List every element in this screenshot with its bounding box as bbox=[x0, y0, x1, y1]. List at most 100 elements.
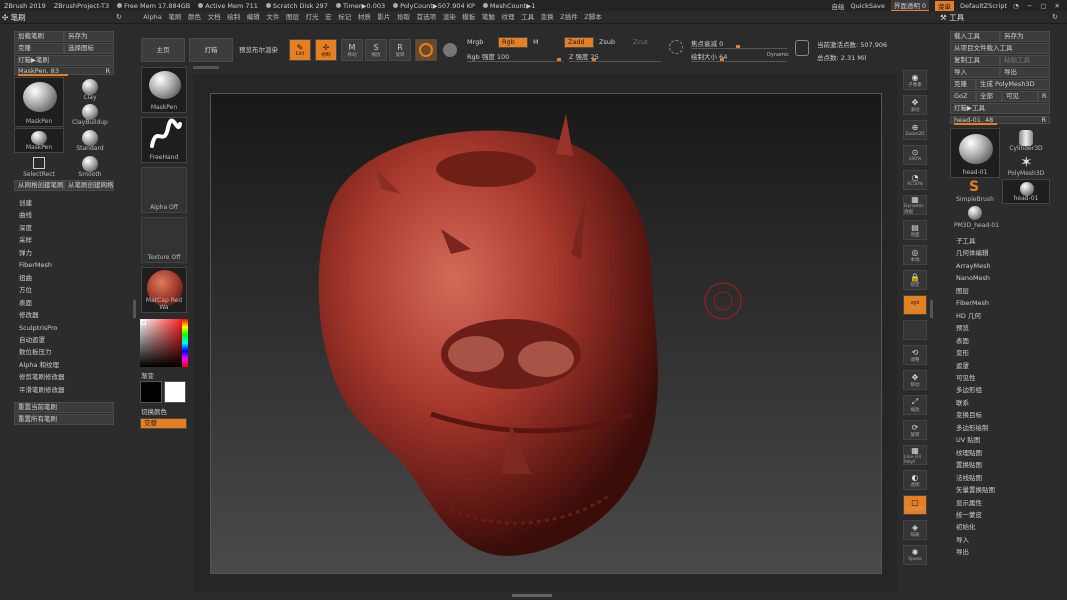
tool-submenu-item[interactable]: 导出 bbox=[956, 546, 995, 558]
make-polymesh-button[interactable]: 生成 PolyMesh3D bbox=[976, 79, 1050, 90]
paste-tool-button[interactable]: 粘贴工具 bbox=[1000, 55, 1050, 66]
menu-item[interactable]: Alpha bbox=[140, 11, 165, 24]
right-strip-button[interactable]: ◈ 隔离 bbox=[903, 520, 927, 540]
tool-submenu-item[interactable]: ArrayMesh bbox=[956, 260, 995, 272]
scale-button[interactable]: S 缩放 bbox=[365, 39, 387, 61]
right-strip-button[interactable]: ◐ 透明 bbox=[903, 470, 927, 490]
clone-brush-button[interactable]: 克隆 bbox=[14, 43, 64, 54]
lightbox-button[interactable]: 灯箱 bbox=[189, 38, 233, 62]
brush-submenu-item[interactable]: 深度 bbox=[19, 222, 65, 234]
brush-submenu-item[interactable]: FiberMesh bbox=[19, 259, 65, 271]
current-stroke-button[interactable]: FreeHand bbox=[141, 117, 187, 163]
tool-submenu-item[interactable]: 置换贴图 bbox=[956, 459, 995, 471]
right-strip-button[interactable]: ⟲ 调整 bbox=[903, 345, 927, 365]
frame-scroll-tab[interactable] bbox=[193, 66, 219, 69]
brush-submenu-item[interactable]: 方位 bbox=[19, 284, 65, 296]
tool-submenu-item[interactable]: 子工具 bbox=[956, 235, 995, 247]
select-icon-button[interactable]: 选择图标 bbox=[64, 43, 114, 54]
tool-submenu-item[interactable]: 变形 bbox=[956, 347, 995, 359]
tool-submenu-item[interactable]: 几何体编辑 bbox=[956, 247, 995, 259]
goz-r-button[interactable]: R bbox=[1038, 91, 1050, 102]
right-strip-button[interactable]: ▢ Dynamic bbox=[903, 495, 927, 515]
tool-submenu-item[interactable]: 图层 bbox=[956, 285, 995, 297]
tool-thumb-cylinder3d[interactable]: Cylinder3D bbox=[1002, 128, 1050, 153]
right-strip-button[interactable]: ⊙ 100% bbox=[903, 145, 927, 165]
brush-submenu-item[interactable]: 数位板压力 bbox=[19, 346, 65, 358]
focal-shift-knob[interactable] bbox=[736, 45, 740, 48]
brush-submenu-item[interactable]: 自动遮罩 bbox=[19, 334, 65, 346]
brush-submenu-item[interactable]: Alpha 和纹理 bbox=[19, 359, 65, 371]
brush-thumb-selectrect[interactable]: SelectRect bbox=[14, 154, 64, 179]
menu-item[interactable]: 笔刷 bbox=[165, 11, 185, 24]
menu-item[interactable]: 渲染 bbox=[439, 11, 459, 24]
menu-item[interactable]: 拾取 bbox=[394, 11, 414, 24]
brush-submenu-item[interactable]: 扭曲 bbox=[19, 272, 65, 284]
left-panel-collapse-handle[interactable] bbox=[133, 300, 136, 318]
lightbox-brush-button[interactable]: 灯箱▶笔刷 bbox=[14, 55, 114, 66]
brush-submenu-item[interactable]: 采样 bbox=[19, 234, 65, 246]
rgb-button[interactable]: Rgb bbox=[498, 37, 528, 48]
right-strip-button[interactable]: ⊕ Zoom2D bbox=[903, 120, 927, 140]
color-picker-cursor-icon[interactable] bbox=[141, 320, 146, 325]
color-picker[interactable] bbox=[140, 319, 188, 367]
tool-submenu-item[interactable]: 联系 bbox=[956, 397, 995, 409]
z-intensity-knob[interactable] bbox=[591, 58, 596, 61]
draw-button[interactable]: ✢ 绘制 bbox=[315, 39, 337, 61]
tool-submenu-item[interactable]: HD 几何 bbox=[956, 310, 995, 322]
brush-submenu-item[interactable]: 表面 bbox=[19, 297, 65, 309]
rgb-intensity-slider[interactable]: Rgb 强度 100 bbox=[467, 51, 563, 62]
tool-submenu-item[interactable]: FiberMesh bbox=[956, 297, 995, 309]
zsub-button[interactable]: Zsub bbox=[599, 38, 615, 46]
menu-item[interactable]: 灯光 bbox=[302, 11, 322, 24]
tool-submenu-item[interactable]: 初始化 bbox=[956, 521, 995, 533]
tool-submenu-item[interactable]: 矢量置换贴图 bbox=[956, 484, 995, 496]
right-strip-button[interactable]: ▤ 地面 bbox=[903, 220, 927, 240]
menu-button[interactable]: 菜单 bbox=[935, 0, 955, 11]
save-brush-button[interactable]: 另存为 bbox=[64, 31, 114, 42]
export-tool-button[interactable]: 导出 bbox=[1000, 67, 1050, 78]
brush-submenu-item[interactable]: 弹力 bbox=[19, 247, 65, 259]
texture-button[interactable]: Texture Off bbox=[141, 217, 187, 263]
load-from-project-button[interactable]: 从项目文件载入工具 bbox=[950, 43, 1050, 54]
brush-submenu-item[interactable]: 平滑笔刷修改器 bbox=[19, 384, 65, 396]
canvas[interactable] bbox=[210, 93, 882, 574]
save-tool-button[interactable]: 另存为 bbox=[1000, 31, 1050, 42]
material-sphere-button[interactable] bbox=[415, 39, 437, 61]
zcut-button[interactable]: Zcut bbox=[633, 38, 648, 46]
draw-size-knob[interactable] bbox=[719, 58, 724, 61]
brush-submenu-item[interactable]: 曲线 bbox=[19, 209, 65, 221]
tool-submenu-item[interactable]: 变换目标 bbox=[956, 409, 995, 421]
quicksave-button[interactable]: QuickSave bbox=[850, 2, 884, 10]
right-strip-button[interactable]: ◎ 本地 bbox=[903, 245, 927, 265]
tool-submenu-item[interactable]: 法线贴图 bbox=[956, 472, 995, 484]
sculpt-head-model[interactable] bbox=[211, 94, 882, 574]
right-strip-button[interactable]: ◔ AC50% bbox=[903, 170, 927, 190]
right-panel-collapse-handle[interactable] bbox=[930, 300, 933, 318]
tool-submenu-item[interactable]: 显示属性 bbox=[956, 497, 995, 509]
menu-item[interactable]: 笔触 bbox=[479, 11, 499, 24]
load-tool-button[interactable]: 载入工具 bbox=[950, 31, 1000, 42]
alpha-button[interactable]: Alpha Off bbox=[141, 167, 187, 213]
switch-color-button[interactable]: 切换颜色 bbox=[141, 406, 167, 416]
menu-item[interactable]: 编辑 bbox=[243, 11, 263, 24]
menu-item[interactable]: 影片 bbox=[374, 11, 394, 24]
menu-item[interactable]: 首选项 bbox=[413, 11, 439, 24]
brush-thumb-claybuildup[interactable]: ClayBuildup bbox=[66, 102, 114, 127]
brush-thumb-maskpen-2[interactable]: MaskPen bbox=[14, 128, 64, 153]
right-strip-button[interactable]: xyz Qxyz bbox=[903, 295, 927, 315]
menu-item[interactable]: Z脚本 bbox=[581, 11, 605, 24]
hue-strip[interactable] bbox=[182, 319, 188, 367]
focal-shift-icon[interactable] bbox=[669, 40, 683, 54]
right-strip-button[interactable]: 🔒 锁定 bbox=[903, 270, 927, 290]
canvas-bottom-handle[interactable] bbox=[512, 594, 552, 597]
drag-handle-icon[interactable]: ✣ bbox=[2, 13, 8, 22]
right-strip-button[interactable]: ▦ Dynamic 透视 bbox=[903, 195, 927, 215]
menu-item[interactable]: 纹理 bbox=[498, 11, 518, 24]
secondary-color-swatch[interactable] bbox=[140, 381, 162, 403]
window-controls-icon[interactable]: ◔ − ▢ ✕ bbox=[1013, 2, 1063, 10]
menu-item[interactable]: 变换 bbox=[537, 11, 557, 24]
menu-item[interactable]: 文件 bbox=[263, 11, 283, 24]
tool-submenu-item[interactable]: NanoMesh bbox=[956, 272, 995, 284]
menu-item[interactable]: 图层 bbox=[283, 11, 303, 24]
menu-item[interactable]: 标记 bbox=[335, 11, 355, 24]
